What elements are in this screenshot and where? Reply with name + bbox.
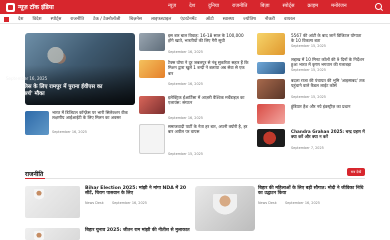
section-accent	[25, 178, 45, 179]
story-author: News Desk	[258, 201, 277, 205]
story-title[interactable]: लद्दाख में 10 मिनट कॉलों की 9 दिनों के न…	[291, 57, 365, 68]
section-title-politics: राजनीति	[25, 171, 44, 178]
subnav-item-13[interactable]: वायरल	[284, 16, 295, 22]
story-thumbnail[interactable]	[257, 33, 285, 55]
story-date: September 16, 2025	[168, 82, 203, 86]
topnav-item-news[interactable]: न्यूज़	[168, 3, 176, 9]
story-thumbnail[interactable]	[257, 129, 285, 147]
subnav-item-12[interactable]: नौकरी	[265, 16, 275, 22]
hero-date: September 16, 2025	[6, 76, 48, 81]
subnav-item-9[interactable]: ऑटो	[206, 16, 214, 22]
story-date: September 15, 2025	[291, 44, 326, 48]
topnav-item-business[interactable]: बिज़ा	[260, 3, 269, 9]
story-title[interactable]: 5567 की आंटी के बाद जानें डिजिटल योग्यता…	[291, 33, 365, 44]
story-date: September 16, 2025	[285, 201, 320, 205]
story-title[interactable]: हुंडियार हैश और नये इंडस्ट्रीज़ का प्रधा…	[291, 104, 365, 109]
category-nav: देश विदेश स्पोर्ट्स राजनीति टेक / टेक्नो…	[0, 14, 390, 24]
topnav-item-sports[interactable]: स्पोर्ट्स	[283, 3, 295, 9]
subnav-item-7[interactable]: लाइफस्टाइल	[151, 16, 171, 22]
story-title[interactable]: Bihar Election 2025: मांझी ने मांगा NDA …	[85, 186, 190, 197]
topnav-item-politics[interactable]: राजनीति	[232, 3, 247, 9]
site-logo[interactable]: न्यूज़ टॉक इंडिया	[6, 2, 54, 12]
story-title[interactable]: समाजवादी पार्टी के नेता हर बार, अपनी क्य…	[168, 124, 250, 135]
story-title[interactable]: बिहार चुनाव 2025: जीतन राम मांझी की नीती…	[85, 228, 190, 233]
subnav-item-3[interactable]: स्पोर्ट्स	[51, 16, 62, 22]
subnav-item-2[interactable]: विदेश	[32, 16, 41, 22]
topnav-item-world[interactable]: दुनिया	[208, 3, 219, 9]
story-thumbnail[interactable]	[25, 186, 80, 218]
story-title[interactable]: भारत में डिजिटल कॉन्फ़्रेंस पर भारी सिले…	[52, 110, 135, 121]
topnav-item-crime[interactable]: क्राइम	[307, 3, 318, 9]
story-title[interactable]: बदला राजा की पंचायत की भूमि 'आइसाबद' तक …	[291, 78, 365, 89]
subnav-item-5[interactable]: टेक / टेक्नोलॉजी	[93, 16, 120, 22]
subnav-item-8[interactable]: एंटरटेनमेंट	[180, 16, 196, 22]
subnav-item-11[interactable]: ज्योतिष	[243, 16, 256, 22]
story-title[interactable]: इस बार बाल विवाह: 16-18 साल के 100,000 ह…	[168, 33, 250, 44]
story-thumbnail[interactable]	[139, 60, 165, 78]
story-date: September 15, 2025	[291, 68, 326, 72]
story-thumbnail[interactable]	[139, 33, 165, 51]
top-nav: न्यूज़ देश दुनिया राजनीति बिज़ा स्पोर्ट्…	[168, 3, 347, 9]
story-thumbnail[interactable]	[257, 62, 285, 74]
subnav-item-6[interactable]: बिज़नेस	[129, 16, 142, 22]
logo-text: न्यूज़ टॉक इंडिया	[18, 4, 54, 11]
story-date: September 16, 2025	[168, 116, 203, 120]
topnav-item-entertainment[interactable]: मनोरंजन	[331, 3, 347, 9]
story-thumbnail[interactable]	[25, 111, 49, 135]
story-date: September 15, 2025	[168, 152, 203, 156]
story-title[interactable]: Chandra Grahan 2025: चन्द्र ग्रहण में क्…	[291, 129, 365, 140]
subnav-item-10[interactable]: स्वास्थ्य	[223, 16, 234, 22]
section-divider	[25, 178, 365, 179]
story-thumbnail[interactable]	[195, 186, 255, 231]
story-thumbnail[interactable]	[25, 228, 80, 240]
see-all-button[interactable]: सब देखें	[347, 168, 365, 176]
home-icon[interactable]	[4, 16, 9, 22]
story-thumbnail[interactable]	[139, 96, 165, 114]
story-date: September 16, 2025	[168, 50, 203, 54]
story-date: September 16, 2025	[112, 201, 147, 205]
subnav-item-4[interactable]: राजनीति	[70, 16, 84, 22]
story-title[interactable]: इलेक्ट्रिक ईआर्टिसा में आज़री वैश्विक मर…	[168, 95, 250, 106]
subnav-item-1[interactable]: देश	[18, 16, 23, 22]
topnav-item-country[interactable]: देश	[189, 3, 195, 9]
story-thumbnail[interactable]	[139, 124, 165, 154]
logo-icon	[6, 2, 15, 12]
story-date: September 7, 2025	[291, 146, 324, 150]
search-icon[interactable]	[375, 3, 382, 10]
story-thumbnail[interactable]	[257, 104, 285, 124]
story-title[interactable]: टैक्स घोषा ने दूर जबलपुर से नंबू सुकरिता…	[168, 60, 250, 76]
story-date: September 16, 2025	[52, 130, 87, 134]
story-title[interactable]: बिहार की महिलाओं के लिए बड़ी सौगात: मोदी…	[258, 186, 366, 197]
story-date: September 15, 2025	[291, 95, 326, 99]
story-thumbnail[interactable]	[257, 79, 285, 99]
hero-title[interactable]: रैपबेरी ऐलिस के लिए रामपुर में पुराना ईव…	[6, 84, 106, 98]
story-author: News Desk	[85, 201, 104, 205]
